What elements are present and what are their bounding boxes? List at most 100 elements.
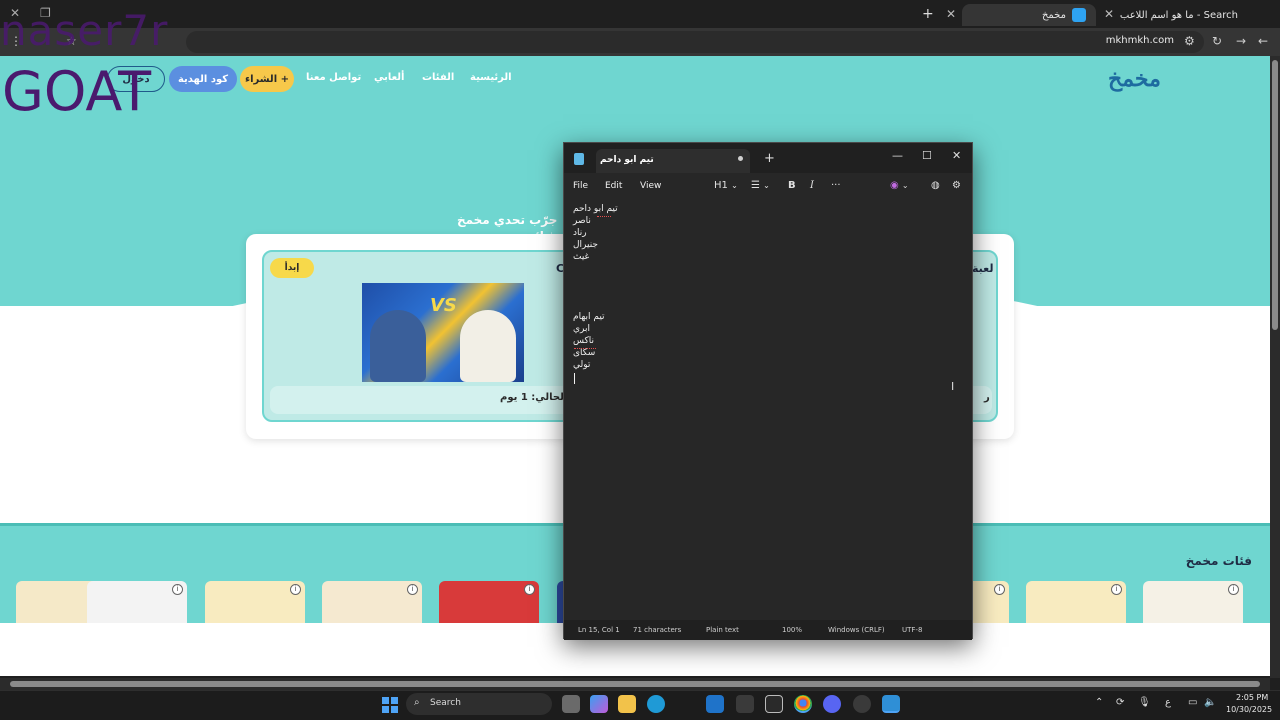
info-icon[interactable]: i [994, 584, 1005, 595]
close-icon[interactable]: ✕ [952, 149, 961, 162]
show-hidden-icons-icon[interactable]: ⌃ [1095, 697, 1103, 708]
text-line: رناد [573, 228, 587, 238]
chrome-icon[interactable] [794, 695, 812, 713]
info-icon[interactable]: i [172, 584, 183, 595]
info-icon[interactable]: i [290, 584, 301, 595]
account-icon[interactable]: ◍ [931, 180, 940, 191]
horizontal-scrollbar[interactable] [0, 678, 1270, 690]
info-icon[interactable]: i [1111, 584, 1122, 595]
category-tile[interactable]: i [1143, 581, 1243, 623]
ctrl-app-icon[interactable] [765, 695, 783, 713]
reload-icon[interactable]: ↻ [1212, 34, 1222, 48]
nav-my-games[interactable]: ألعابي [374, 72, 404, 83]
vertical-scrollbar[interactable] [1270, 56, 1280, 678]
start-game-button[interactable]: إبدأ [270, 258, 314, 278]
microphone-icon[interactable]: 🎙 [1138, 697, 1151, 708]
app-icon[interactable] [736, 695, 754, 713]
info-icon[interactable]: i [1228, 584, 1239, 595]
status-encoding[interactable]: UTF-8 [902, 626, 922, 634]
text-line: تولي [573, 360, 591, 370]
copilot-app-icon[interactable] [590, 695, 608, 713]
notepad-tab-title: تيم ابو داحم [600, 155, 654, 165]
nav-contact[interactable]: تواصل معنا [306, 72, 361, 83]
notepad-window: تيم ابو داحم + — ☐ ✕ File Edit View H1 ⌄… [563, 142, 973, 640]
category-tile[interactable]: i [1026, 581, 1126, 623]
status-line-ending[interactable]: Windows (CRLF) [828, 626, 885, 634]
discord-icon[interactable] [823, 695, 841, 713]
notepad-taskbar-icon[interactable] [882, 695, 900, 713]
clock-time[interactable]: 2:05 PM [1236, 693, 1268, 702]
text-cursor [574, 373, 575, 384]
notepad-app-icon [574, 153, 584, 165]
scroll-thumb[interactable] [1272, 60, 1278, 330]
info-icon[interactable]: i [407, 584, 418, 595]
new-tab-button[interactable]: + [922, 6, 934, 22]
site-settings-icon[interactable]: ⚙ [1184, 34, 1195, 48]
bold-icon[interactable]: B [788, 180, 796, 191]
minimize-icon[interactable]: — [892, 149, 903, 162]
spellcheck-underline [597, 215, 611, 217]
forward-icon[interactable]: → [1236, 34, 1246, 48]
text-line: ناكس [573, 336, 595, 346]
category-tile[interactable]: i [439, 581, 539, 623]
file-explorer-icon[interactable] [618, 695, 636, 713]
day-counter-fragment: ر [984, 392, 990, 403]
tab-close-icon[interactable]: ✕ [946, 7, 956, 21]
taskbar-search-placeholder: Search [430, 698, 461, 708]
settings-icon[interactable]: ⚙ [952, 180, 961, 191]
nav-home[interactable]: الرئيسية [470, 72, 512, 83]
screen: ✕ ❐ + ✕ مخمخ ✕ ما هو اسم اللاعب مونتيلا … [0, 0, 1280, 720]
text-line: تيم ابهام [573, 312, 605, 322]
notepad-new-tab-button[interactable]: + [764, 151, 775, 166]
unsaved-dot-icon[interactable] [738, 156, 743, 161]
clock-date[interactable]: 10/30/2025 [1226, 705, 1272, 714]
taskbar-search-box[interactable] [406, 693, 552, 715]
start-windows-icon[interactable] [382, 697, 398, 713]
list-icon[interactable]: ☰ ⌄ [751, 180, 770, 191]
task-view-icon[interactable] [562, 695, 580, 713]
notepad-text-area[interactable]: تيم ابو داحم ناصر رناد جنيرال غيث تيم اب… [564, 201, 972, 617]
tab-close-icon[interactable]: ✕ [1104, 7, 1114, 21]
italic-icon[interactable]: I [810, 180, 814, 191]
nav-categories[interactable]: الفئات [422, 72, 454, 83]
game-cover-image[interactable]: VS [362, 283, 524, 382]
sync-icon[interactable]: ⟳ [1116, 697, 1124, 708]
category-tile[interactable]: i [322, 581, 422, 623]
network-icon[interactable]: ▭ [1188, 697, 1197, 708]
info-icon[interactable]: i [524, 584, 535, 595]
status-position[interactable]: Ln 15, Col 1 [578, 626, 620, 634]
overlay-goat-text: GOAT [2, 60, 152, 123]
scroll-thumb[interactable] [10, 681, 1260, 687]
address-bar[interactable] [186, 31, 1204, 53]
more-icon[interactable]: ··· [831, 180, 841, 191]
edge-icon[interactable] [647, 695, 665, 713]
input-language[interactable]: ع [1165, 697, 1171, 708]
url-text[interactable]: mkhmkh.com [1106, 35, 1174, 46]
maximize-icon[interactable]: ☐ [922, 149, 932, 162]
text-line: تيم ابو داحم [573, 204, 618, 214]
outlook-icon[interactable] [706, 695, 724, 713]
menu-file[interactable]: File [573, 181, 588, 191]
text-line: غيث [573, 252, 590, 262]
category-tile[interactable]: i [87, 581, 187, 623]
gift-code-button[interactable]: كود الهدية [169, 66, 237, 92]
buy-button[interactable]: الشراء + [240, 66, 294, 92]
copilot-icon[interactable]: ◉ ⌄ [890, 180, 909, 191]
status-zoom[interactable]: 100% [782, 626, 802, 634]
site-logo[interactable]: مخمخ [1108, 66, 1164, 94]
heading-select-value: H1 [714, 180, 728, 191]
text-line: ناصر [573, 216, 591, 226]
status-format[interactable]: Plain text [706, 626, 739, 634]
menu-edit[interactable]: Edit [605, 181, 622, 191]
volume-icon[interactable]: 🔈 [1204, 697, 1216, 708]
categories-heading: فئات مخمخ [1185, 554, 1252, 568]
tab-mkhmkh[interactable]: مخمخ [962, 4, 1096, 26]
tab-search[interactable]: ما هو اسم اللاعب مونتيلا - Search [1116, 4, 1254, 26]
menu-view[interactable]: View [640, 181, 661, 191]
search-icon: ⌕ [414, 697, 420, 708]
back-icon[interactable]: ← [1258, 34, 1268, 48]
app-icon[interactable] [853, 695, 871, 713]
vs-mark: VS [430, 295, 457, 316]
heading-select[interactable]: H1 ⌄ [714, 180, 738, 191]
category-tile[interactable]: i [205, 581, 305, 623]
